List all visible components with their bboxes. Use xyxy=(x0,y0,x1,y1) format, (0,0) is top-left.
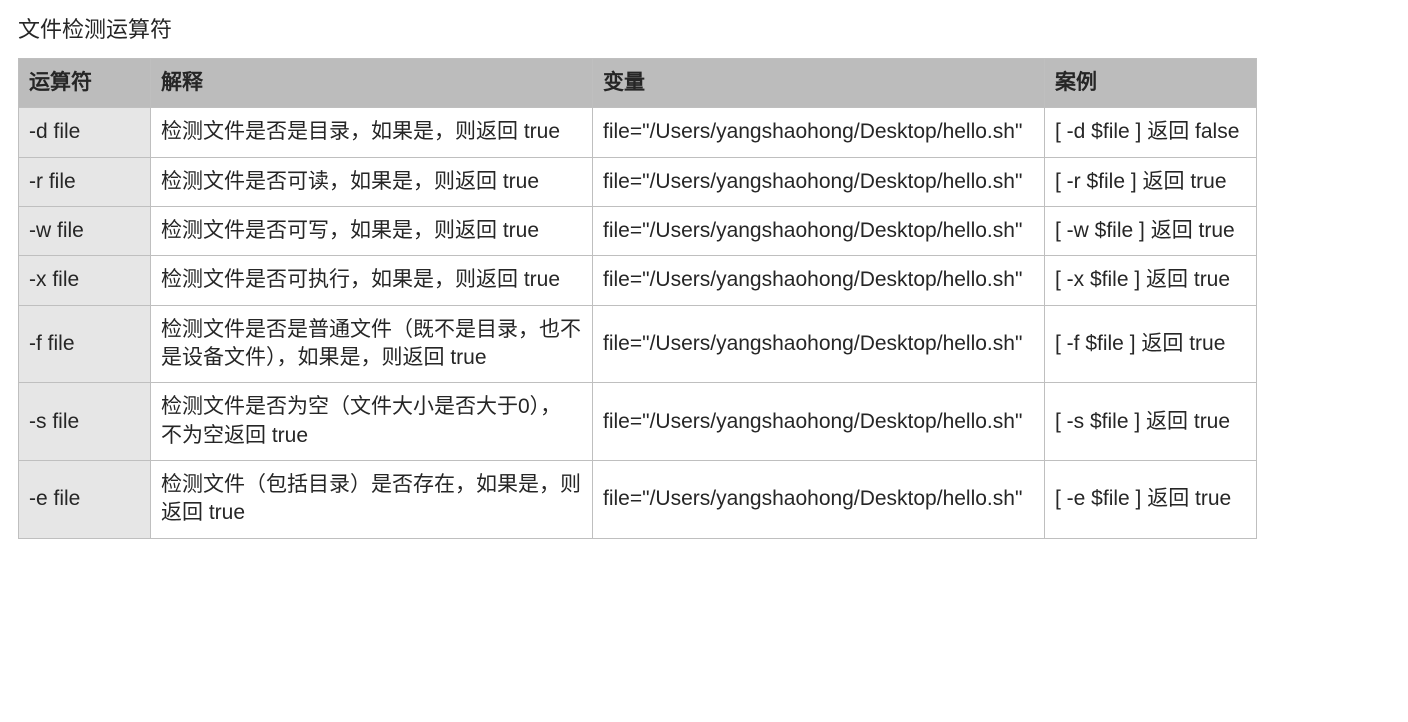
cell-example: [ -d $file ] 返回 false xyxy=(1045,108,1257,157)
file-test-operators-table: 运算符 解释 变量 案例 -d file 检测文件是否是目录，如果是，则返回 t… xyxy=(18,58,1257,539)
cell-explain: 检测文件是否可执行，如果是，则返回 true xyxy=(151,256,593,305)
cell-example: [ -x $file ] 返回 true xyxy=(1045,256,1257,305)
cell-variable: file="/Users/yangshaohong/Desktop/hello.… xyxy=(593,207,1045,256)
table-row: -e file 检测文件（包括目录）是否存在，如果是，则返回 true file… xyxy=(19,461,1257,539)
cell-operator: -x file xyxy=(19,256,151,305)
cell-example: [ -f $file ] 返回 true xyxy=(1045,305,1257,383)
cell-variable: file="/Users/yangshaohong/Desktop/hello.… xyxy=(593,305,1045,383)
cell-explain: 检测文件是否可写，如果是，则返回 true xyxy=(151,207,593,256)
cell-operator: -s file xyxy=(19,383,151,461)
table-row: -w file 检测文件是否可写，如果是，则返回 true file="/Use… xyxy=(19,207,1257,256)
table-row: -s file 检测文件是否为空（文件大小是否大于0），不为空返回 true f… xyxy=(19,383,1257,461)
cell-operator: -r file xyxy=(19,157,151,206)
table-header-row: 运算符 解释 变量 案例 xyxy=(19,59,1257,108)
cell-example: [ -s $file ] 返回 true xyxy=(1045,383,1257,461)
cell-explain: 检测文件是否是目录，如果是，则返回 true xyxy=(151,108,593,157)
cell-example: [ -r $file ] 返回 true xyxy=(1045,157,1257,206)
cell-operator: -w file xyxy=(19,207,151,256)
cell-example: [ -e $file ] 返回 true xyxy=(1045,461,1257,539)
cell-operator: -e file xyxy=(19,461,151,539)
cell-explain: 检测文件是否是普通文件（既不是目录，也不是设备文件），如果是，则返回 true xyxy=(151,305,593,383)
header-variable: 变量 xyxy=(593,59,1045,108)
cell-explain: 检测文件是否可读，如果是，则返回 true xyxy=(151,157,593,206)
cell-variable: file="/Users/yangshaohong/Desktop/hello.… xyxy=(593,108,1045,157)
table-row: -d file 检测文件是否是目录，如果是，则返回 true file="/Us… xyxy=(19,108,1257,157)
table-row: -x file 检测文件是否可执行，如果是，则返回 true file="/Us… xyxy=(19,256,1257,305)
table-row: -f file 检测文件是否是普通文件（既不是目录，也不是设备文件），如果是，则… xyxy=(19,305,1257,383)
header-example: 案例 xyxy=(1045,59,1257,108)
table-row: -r file 检测文件是否可读，如果是，则返回 true file="/Use… xyxy=(19,157,1257,206)
cell-variable: file="/Users/yangshaohong/Desktop/hello.… xyxy=(593,157,1045,206)
header-operator: 运算符 xyxy=(19,59,151,108)
cell-explain: 检测文件是否为空（文件大小是否大于0），不为空返回 true xyxy=(151,383,593,461)
cell-explain: 检测文件（包括目录）是否存在，如果是，则返回 true xyxy=(151,461,593,539)
cell-variable: file="/Users/yangshaohong/Desktop/hello.… xyxy=(593,461,1045,539)
cell-variable: file="/Users/yangshaohong/Desktop/hello.… xyxy=(593,256,1045,305)
cell-operator: -f file xyxy=(19,305,151,383)
header-explain: 解释 xyxy=(151,59,593,108)
page-title: 文件检测运算符 xyxy=(18,12,1390,44)
cell-operator: -d file xyxy=(19,108,151,157)
cell-variable: file="/Users/yangshaohong/Desktop/hello.… xyxy=(593,383,1045,461)
cell-example: [ -w $file ] 返回 true xyxy=(1045,207,1257,256)
